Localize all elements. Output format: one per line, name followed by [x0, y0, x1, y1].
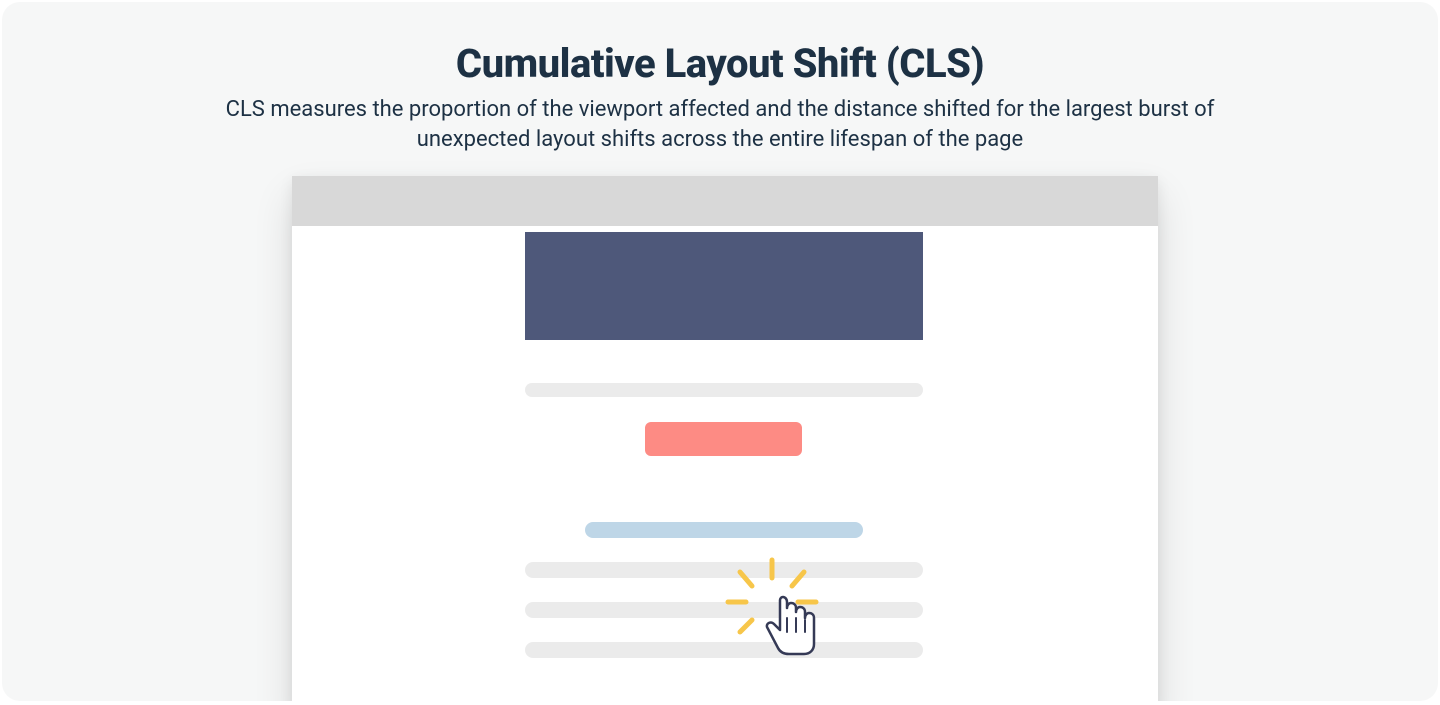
diagram-card: Cumulative Layout Shift (CLS) CLS measur…	[2, 2, 1438, 701]
browser-chrome-bar	[292, 176, 1158, 226]
text-line	[525, 383, 923, 397]
call-to-action-button	[645, 422, 802, 456]
diagram-title: Cumulative Layout Shift (CLS)	[2, 2, 1438, 87]
paragraph-line	[525, 642, 923, 658]
paragraph-line	[525, 562, 923, 578]
browser-mockup	[292, 176, 1158, 701]
subheading-line	[585, 522, 863, 538]
diagram-subtitle: CLS measures the proportion of the viewp…	[210, 95, 1230, 154]
paragraph-line	[525, 602, 923, 618]
hero-image-block	[525, 232, 923, 340]
